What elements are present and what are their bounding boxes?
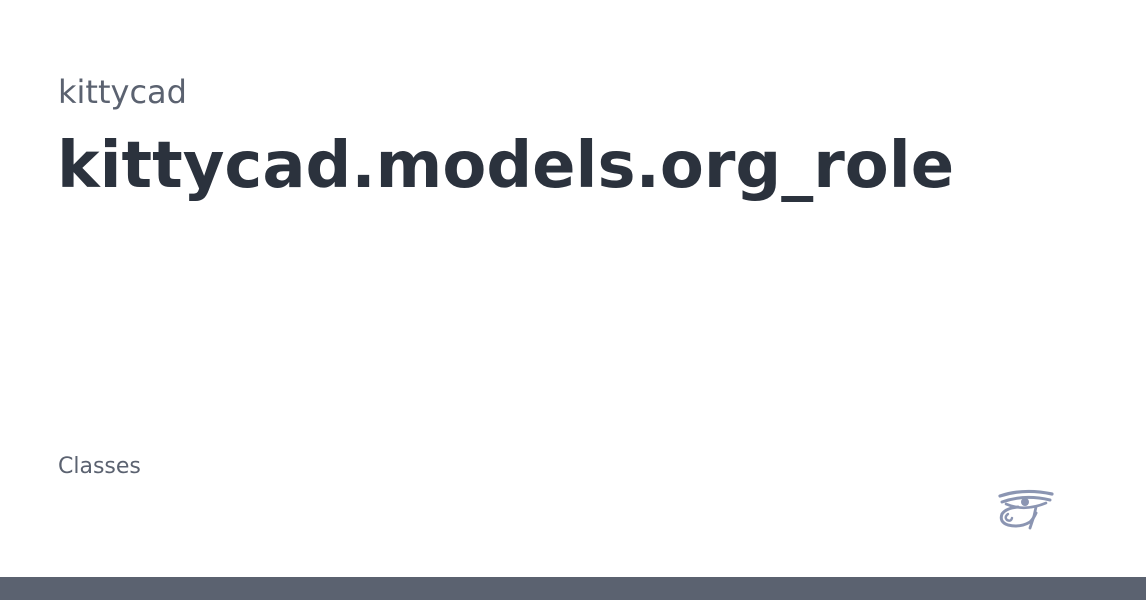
section-label-classes: Classes xyxy=(58,454,141,479)
eye-of-horus-icon xyxy=(996,488,1056,532)
page-title: kittycad.models.org_role xyxy=(57,129,955,203)
footer-bar xyxy=(0,577,1146,600)
package-name: kittycad xyxy=(58,73,187,111)
